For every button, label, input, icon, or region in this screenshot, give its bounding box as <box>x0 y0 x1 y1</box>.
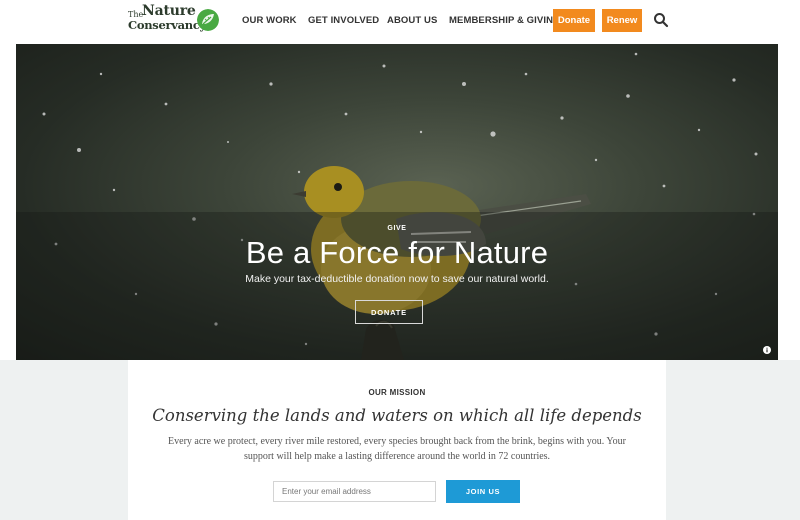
join-us-button[interactable]: JOIN US <box>446 480 520 503</box>
search-icon[interactable] <box>653 12 669 28</box>
hero-donate-button[interactable]: DONATE <box>355 300 423 324</box>
logo-text-nature: Nature <box>142 3 196 19</box>
hero-subtitle: Make your tax-deductible donation now to… <box>245 273 549 285</box>
renew-button[interactable]: Renew <box>602 9 642 32</box>
email-input[interactable] <box>273 481 436 502</box>
info-icon[interactable] <box>763 346 771 354</box>
mission-card: OUR MISSION Conserving the lands and wat… <box>128 360 666 520</box>
hero-banner: GIVE Be a Force for Nature Make your tax… <box>16 44 778 360</box>
mission-title: Conserving the lands and waters on which… <box>152 406 642 425</box>
nav-get-involved[interactable]: GET INVOLVED <box>308 15 379 26</box>
nav-about-us[interactable]: ABOUT US <box>387 15 437 26</box>
leaf-logo-icon <box>197 9 219 31</box>
site-logo[interactable]: The Nature Conservancy <box>126 3 222 36</box>
hero-title: Be a Force for Nature <box>245 235 549 270</box>
logo-text-conservancy: Conservancy <box>128 18 206 32</box>
mission-body: Every acre we protect, every river mile … <box>168 436 626 462</box>
nav-our-work[interactable]: OUR WORK <box>242 15 297 26</box>
mission-label: OUR MISSION <box>368 388 426 397</box>
hero-kicker: GIVE <box>387 225 407 232</box>
site-header: The Nature Conservancy OUR WORK GET INVO… <box>0 0 800 44</box>
nav-membership-giving[interactable]: MEMBERSHIP & GIVING <box>449 15 561 26</box>
donate-button[interactable]: Donate <box>553 9 595 32</box>
